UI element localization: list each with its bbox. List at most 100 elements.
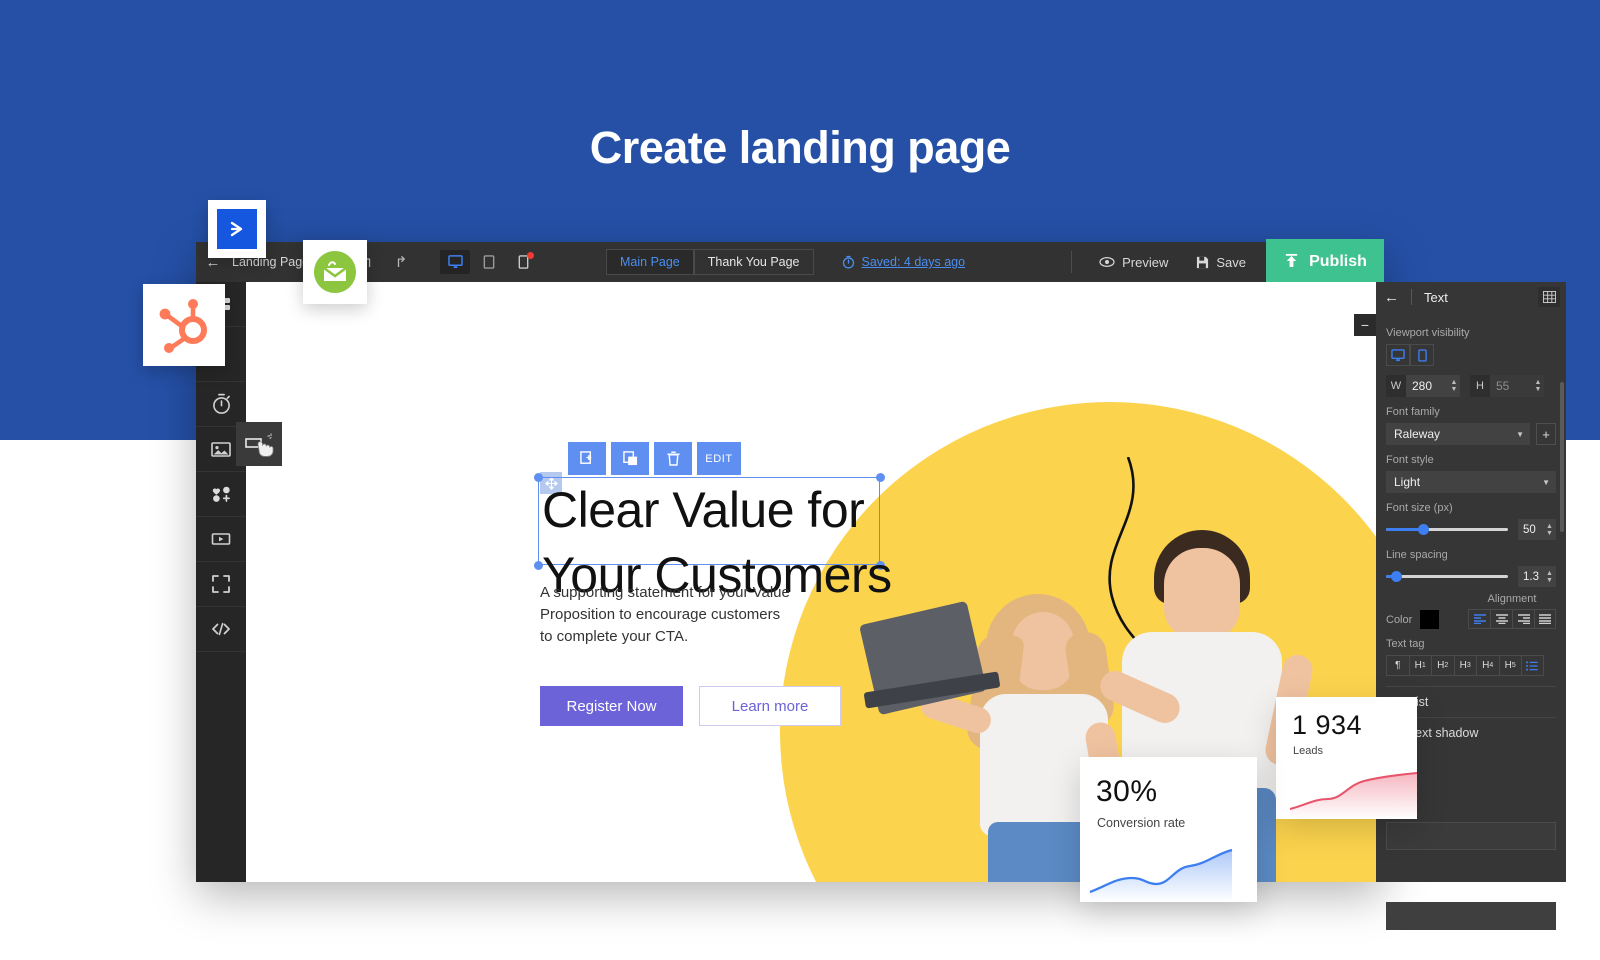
font-size-stepper[interactable]: ▲ ▼: [1545, 519, 1554, 540]
save-label: Save: [1216, 254, 1246, 270]
color-swatch[interactable]: [1420, 610, 1440, 629]
drag-hand-icon: [245, 433, 274, 457]
text-tag-h1[interactable]: H1: [1408, 655, 1431, 676]
body-copy-text[interactable]: A supporting statement for your Value Pr…: [540, 582, 820, 647]
font-size-value: 50: [1523, 523, 1536, 536]
text-tag-paragraph[interactable]: ¶: [1386, 655, 1409, 676]
font-style-select[interactable]: Light ▼: [1386, 471, 1556, 493]
text-tag-h2[interactable]: H2: [1431, 655, 1454, 676]
color-field: Color: [1386, 610, 1440, 629]
conversion-card: 30% Conversion rate: [1080, 757, 1257, 902]
publish-label: Publish: [1309, 253, 1367, 270]
conversion-value: 30%: [1096, 775, 1158, 808]
timer-icon: [842, 255, 854, 269]
image-icon: [211, 442, 231, 457]
properties-body: Viewport visibility W 280 ▲ ▼ H 55 ▲ ▼ F…: [1376, 312, 1566, 748]
viewport-visibility-label: Viewport visibility: [1386, 327, 1470, 339]
align-right-icon[interactable]: [1512, 609, 1534, 629]
layers-icon[interactable]: [1538, 287, 1560, 307]
device-mobile-button[interactable]: [508, 250, 538, 274]
width-stepper[interactable]: ▲ ▼: [1448, 375, 1460, 397]
height-value[interactable]: 55: [1490, 375, 1532, 397]
duplicate-button[interactable]: [568, 442, 606, 475]
header-divider: [1411, 289, 1412, 305]
align-center-icon[interactable]: [1490, 609, 1512, 629]
rail-item-code[interactable]: [196, 607, 246, 652]
envelope-icon: [314, 251, 356, 293]
copy-style-button[interactable]: [611, 442, 649, 475]
alignment-label: Alignment: [1487, 593, 1537, 605]
font-size-slider-knob[interactable]: [1417, 524, 1429, 535]
rail-item-timer[interactable]: [196, 382, 246, 427]
alignment-group: Alignment: [1468, 593, 1556, 629]
desktop-icon: [1391, 348, 1405, 361]
redo-icon[interactable]: ↱: [384, 242, 418, 282]
chevron-badge: [208, 200, 266, 258]
panel-scrollbar[interactable]: [1560, 382, 1564, 532]
line-spacing-input[interactable]: 1.3 ▲ ▼: [1518, 566, 1556, 587]
text-tag-h3[interactable]: H3: [1453, 655, 1476, 676]
viewport-desktop-toggle[interactable]: [1386, 344, 1410, 366]
properties-title: Text: [1424, 289, 1448, 305]
saved-status: Saved: 4 days ago: [842, 255, 966, 269]
font-style-value: Light: [1394, 475, 1421, 489]
font-size-input[interactable]: 50 ▲ ▼: [1518, 519, 1556, 540]
properties-back-icon[interactable]: ←: [1384, 289, 1399, 306]
rail-item-frame[interactable]: [196, 562, 246, 607]
hubspot-sprocket-icon: [159, 299, 207, 353]
align-left-icon[interactable]: [1468, 609, 1490, 629]
line-spacing-slider[interactable]: [1386, 571, 1508, 582]
line-spacing-slider-knob[interactable]: [1390, 571, 1402, 582]
leads-value: 1 934: [1292, 710, 1363, 740]
height-stepper[interactable]: ▲ ▼: [1532, 375, 1544, 397]
frame-icon: [212, 575, 230, 593]
save-button[interactable]: Save: [1182, 242, 1260, 282]
device-tablet-button[interactable]: [474, 250, 504, 274]
color-alignment-row: Color Alignment: [1386, 593, 1556, 629]
panel-field-placeholder[interactable]: [1386, 902, 1556, 930]
line-spacing-stepper[interactable]: ▲ ▼: [1545, 566, 1554, 587]
chevron-right-icon: [230, 221, 243, 237]
preview-button[interactable]: Preview: [1085, 242, 1182, 282]
eye-icon: [1099, 257, 1115, 267]
tab-main-page[interactable]: Main Page: [606, 249, 694, 275]
timer-icon: [212, 393, 230, 414]
width-key: W: [1386, 375, 1406, 397]
height-key: H: [1470, 375, 1490, 397]
viewport-mobile-toggle[interactable]: [1410, 344, 1434, 366]
tab-thank-you-page[interactable]: Thank You Page: [693, 249, 814, 275]
viewport-toggles: [1386, 344, 1556, 366]
width-field[interactable]: W 280 ▲ ▼: [1386, 375, 1460, 397]
font-family-select[interactable]: Raleway ▼: [1386, 423, 1530, 445]
rail-item-video[interactable]: [196, 517, 246, 562]
text-tag-h5[interactable]: H5: [1498, 655, 1521, 676]
align-justify-icon[interactable]: [1534, 609, 1556, 629]
register-now-button[interactable]: Register Now: [540, 686, 683, 726]
add-font-button[interactable]: +: [1536, 423, 1556, 445]
leads-label: Leads: [1293, 745, 1323, 757]
height-field[interactable]: H 55 ▲ ▼: [1470, 375, 1544, 397]
copy-style-icon: [622, 451, 637, 466]
rail-item-social[interactable]: [196, 472, 246, 517]
font-size-slider[interactable]: [1386, 524, 1508, 535]
envelope-badge: [303, 240, 367, 304]
learn-more-button[interactable]: Learn more: [699, 686, 841, 726]
color-label: Color: [1386, 613, 1413, 626]
chevron-down-icon: ▼: [1516, 429, 1524, 439]
panel-field-placeholder-2[interactable]: [1386, 822, 1556, 850]
trash-icon: [666, 451, 680, 466]
publish-button[interactable]: Publish: [1266, 239, 1384, 285]
device-desktop-button[interactable]: [440, 250, 470, 274]
edit-button[interactable]: EDIT: [697, 442, 741, 475]
page-title: Create landing page: [589, 122, 1011, 173]
social-icons-icon: [212, 486, 230, 502]
text-tag-h4[interactable]: H4: [1476, 655, 1499, 676]
text-tag-list-icon[interactable]: [1521, 655, 1544, 676]
saved-text[interactable]: Saved: 4 days ago: [862, 255, 966, 269]
font-family-label: Font family: [1386, 406, 1440, 418]
panel-collapse-button[interactable]: −: [1354, 314, 1376, 336]
delete-button[interactable]: [654, 442, 692, 475]
width-value[interactable]: 280: [1406, 375, 1448, 397]
device-switcher: [440, 250, 538, 274]
text-tag-group: ¶ H1 H2 H3 H4 H5: [1386, 655, 1556, 676]
